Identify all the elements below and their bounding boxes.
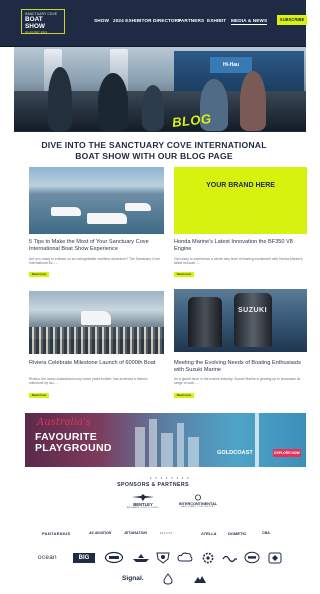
sponsor-logo-intercontinental[interactable]: INTERCONTINENTAL SANCTUARY COVE RESORT bbox=[174, 494, 222, 508]
post-title[interactable]: Meeting the Evolving Needs of Boating En… bbox=[174, 360, 306, 374]
brand-placeholder-text: YOUR BRAND HERE bbox=[206, 182, 275, 189]
post-image-outboard-engines[interactable]: SUZUKI bbox=[174, 289, 307, 352]
bentley-wings-icon bbox=[132, 494, 154, 501]
nav-item-media-news[interactable]: MEDIA & NEWS bbox=[231, 18, 268, 25]
banner-title-line-2: PLAYGROUND bbox=[35, 442, 112, 454]
banner-script-text: Australia's bbox=[37, 417, 91, 428]
hero-person bbox=[240, 71, 266, 131]
sponsor-subtitle: BRISBANE & GOLD COAST bbox=[126, 507, 160, 509]
banner-title: FAVOURITE PLAYGROUND bbox=[35, 432, 112, 454]
subscribe-button[interactable]: SUBSCRIBE bbox=[277, 15, 307, 25]
top-navigation: SANCTUARY COVE BOAT SHOW 20-23 MAY 2021 … bbox=[0, 0, 307, 46]
skyline-building bbox=[255, 413, 259, 467]
sponsor-subtitle: SANCTUARY COVE RESORT bbox=[180, 506, 216, 508]
engine-shape bbox=[234, 293, 272, 347]
sponsor-logo-signal[interactable]: Signal. bbox=[122, 575, 144, 582]
sponsor-logo-cba[interactable]: CBA bbox=[262, 531, 270, 535]
sponsor-logo-big[interactable]: BIG bbox=[73, 553, 95, 563]
post-excerpt: Are you ready to embark on an unforgetta… bbox=[29, 257, 160, 266]
sponsor-crest-logo-icon[interactable] bbox=[155, 551, 171, 564]
boat-shape bbox=[125, 203, 151, 211]
sponsor-logo-dots[interactable]: • • • • • • bbox=[160, 531, 172, 535]
sponsor-gear-logo-icon[interactable] bbox=[200, 552, 216, 564]
crowd-row bbox=[29, 339, 164, 354]
post-title[interactable]: 5 Tips to Make the Most of Your Sanctuar… bbox=[29, 239, 165, 253]
sponsor-logo-pantaenius[interactable]: PANTAENIUS bbox=[42, 531, 70, 536]
hero-person bbox=[142, 85, 164, 131]
post-title[interactable]: Honda Marine's Latest Innovation the BF3… bbox=[174, 239, 306, 253]
post-image-team-photo[interactable] bbox=[29, 291, 164, 354]
sponsor-logo-ocean[interactable]: ocean bbox=[38, 554, 57, 561]
post-excerpt: Get ready to experience a whole new leve… bbox=[174, 257, 303, 266]
sponsor-logo-av-aviation[interactable]: AV AVIATION bbox=[89, 531, 111, 535]
hero-image: Hi-Hau BLOG bbox=[14, 47, 306, 131]
sponsor-round-logo-icon[interactable] bbox=[244, 551, 260, 564]
engine-brand-text: SUZUKI bbox=[238, 307, 268, 314]
sponsor-logo-bentley[interactable]: BENTLEY BRISBANE & GOLD COAST bbox=[125, 494, 161, 509]
yacht-shape bbox=[81, 311, 111, 325]
sponsor-wave-logo-icon[interactable] bbox=[222, 553, 238, 563]
post-image-marina[interactable] bbox=[29, 167, 164, 234]
sponsor-drop-logo-icon[interactable] bbox=[161, 573, 175, 585]
read-more-button[interactable]: Read more bbox=[29, 272, 49, 277]
sponsor-logo-stella[interactable]: STELLA bbox=[201, 531, 217, 536]
read-more-button[interactable]: Read more bbox=[174, 272, 194, 277]
nav-item-show[interactable]: SHOW bbox=[94, 18, 109, 23]
post-excerpt: Riviera, the iconic Australian luxury mo… bbox=[29, 377, 148, 386]
logo-line-2: BOAT SHOW bbox=[25, 16, 45, 30]
skyline-building bbox=[135, 427, 145, 467]
skyline-building bbox=[177, 423, 184, 467]
skyline-building bbox=[149, 419, 157, 467]
hero-person bbox=[98, 73, 128, 131]
hero-marquee: Hi-Hau bbox=[174, 51, 304, 91]
gold-coast-banner[interactable]: Australia's FAVOURITE PLAYGROUND GOLDCOA… bbox=[25, 413, 306, 467]
post-excerpt: As a global force in the marine industry… bbox=[174, 377, 301, 386]
post-title[interactable]: Riviera Celebrate Milestone Launch of 60… bbox=[29, 360, 165, 367]
hero-sign: Hi-Hau bbox=[210, 57, 252, 73]
boat-shape bbox=[87, 213, 127, 224]
page-title: DIVE INTO THE SANCTUARY COVE INTERNATION… bbox=[41, 140, 267, 161]
sponsor-logo-jet-aviation[interactable]: JETAVIATION bbox=[124, 531, 147, 535]
nav-item-partners[interactable]: PARTNERS bbox=[178, 18, 204, 23]
sponsor-cloud-logo-icon[interactable] bbox=[177, 551, 193, 564]
hero-divider bbox=[14, 131, 306, 132]
skyline-building bbox=[188, 437, 199, 467]
nav-item-exhibit[interactable]: EXHIBIT bbox=[207, 18, 226, 23]
sponsor-mountain-logo-icon[interactable] bbox=[193, 574, 207, 584]
engine-shape bbox=[188, 297, 222, 347]
sponsor-emblem-icon[interactable] bbox=[104, 551, 124, 564]
logo-line-3: 20-23 MAY 2021 bbox=[25, 30, 48, 34]
intercontinental-crest-icon bbox=[195, 494, 201, 501]
site-logo[interactable]: SANCTUARY COVE BOAT SHOW 20-23 MAY 2021 bbox=[21, 9, 65, 34]
skyline-building bbox=[161, 433, 173, 467]
boat-shape bbox=[51, 207, 81, 216]
carousel-dots[interactable]: • • • • • • • • bbox=[150, 475, 190, 480]
sponsor-boat-logo-icon[interactable] bbox=[132, 553, 150, 563]
nav-item-exhibitor-directory[interactable]: 2024 EXHIBITOR DIRECTORY bbox=[113, 18, 181, 23]
hero-person bbox=[48, 67, 72, 131]
read-more-button[interactable]: Read more bbox=[174, 393, 194, 398]
sponsor-logo-dometic[interactable]: DOMETIC bbox=[228, 531, 246, 536]
sponsors-heading: SPONSORS & PARTNERS bbox=[117, 482, 189, 488]
gold-coast-logo: GOLDCOAST bbox=[217, 450, 253, 456]
sponsor-shield-logo-icon[interactable] bbox=[268, 552, 282, 564]
read-more-button[interactable]: Read more bbox=[29, 393, 49, 398]
explore-now-button[interactable]: EXPLORE NOW bbox=[273, 449, 301, 457]
post-image-brand-placeholder[interactable]: YOUR BRAND HERE bbox=[174, 167, 307, 234]
